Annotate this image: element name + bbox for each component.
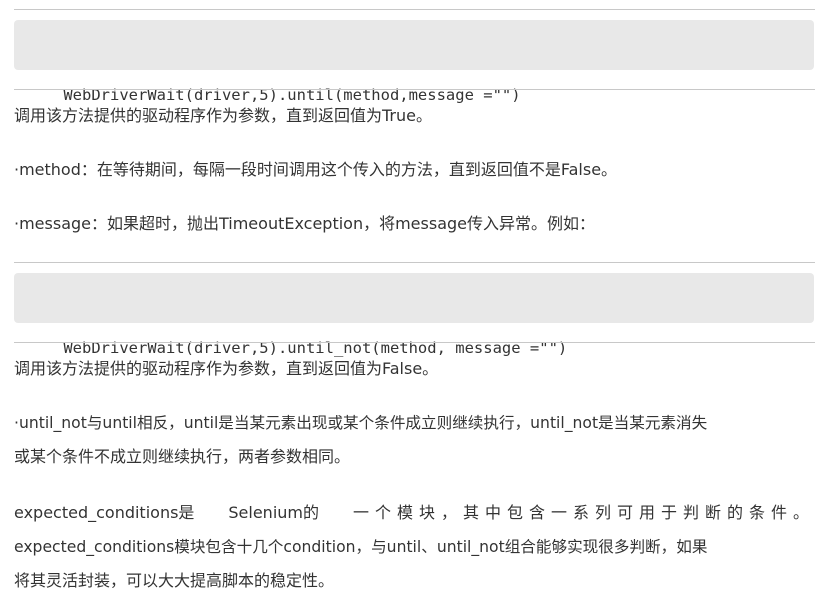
divider xyxy=(14,9,815,10)
code-block-until: WebDriverWait(driver,5).until(method,mes… xyxy=(14,20,814,104)
paragraph-fragment: 一个模块，其中包含一系列可用于判断的条件。 xyxy=(352,503,815,522)
paragraph-text: ·method：在等待期间，每隔一段时间调用这个传入的方法，直到返回值不是Fal… xyxy=(14,160,618,179)
paragraph-text: 调用该方法提供的驱动程序作为参数，直到返回值为False。 xyxy=(14,359,439,378)
paragraph-message: ·message：如果超时，抛出TimeoutException，将messag… xyxy=(14,207,815,241)
code-block-until-not: WebDriverWait(driver,5).until_not(method… xyxy=(14,273,814,357)
paragraph-until-not: ·until_not与until相反，until是当某元素出现或某个条件成立则继… xyxy=(14,406,815,474)
paragraph-line-justified: expected_conditions是 Selenium的 一个模块，其中包含… xyxy=(14,496,815,530)
divider xyxy=(14,342,815,343)
paragraph-line: 将其灵活封装，可以大大提高脚本的稳定性。 xyxy=(14,571,335,590)
paragraph-text: 调用该方法提供的驱动程序作为参数，直到返回值为True。 xyxy=(14,106,432,125)
paragraph-line: 或某个条件不成立则继续执行，两者参数相同。 xyxy=(14,447,351,466)
paragraph-line: ·until_not与until相反，until是当某元素出现或某个条件成立则继… xyxy=(14,414,708,432)
paragraph-expected-conditions: expected_conditions是 Selenium的 一个模块，其中包含… xyxy=(14,496,815,598)
paragraph-fragment: expected_conditions是 xyxy=(14,503,195,522)
paragraph-text: ·message：如果超时，抛出TimeoutException，将messag… xyxy=(14,214,596,233)
divider xyxy=(14,89,815,90)
divider xyxy=(14,262,815,263)
paragraph: 调用该方法提供的驱动程序作为参数，直到返回值为True。 xyxy=(14,99,815,133)
paragraph-line: expected_conditions模块包含十几个condition，与unt… xyxy=(14,538,708,556)
paragraph-fragment: Selenium的 xyxy=(228,503,319,522)
paragraph-method: ·method：在等待期间，每隔一段时间调用这个传入的方法，直到返回值不是Fal… xyxy=(14,153,815,187)
article-page: WebDriverWait(driver,5).until(method,mes… xyxy=(0,0,825,604)
paragraph: 调用该方法提供的驱动程序作为参数，直到返回值为False。 xyxy=(14,352,815,386)
